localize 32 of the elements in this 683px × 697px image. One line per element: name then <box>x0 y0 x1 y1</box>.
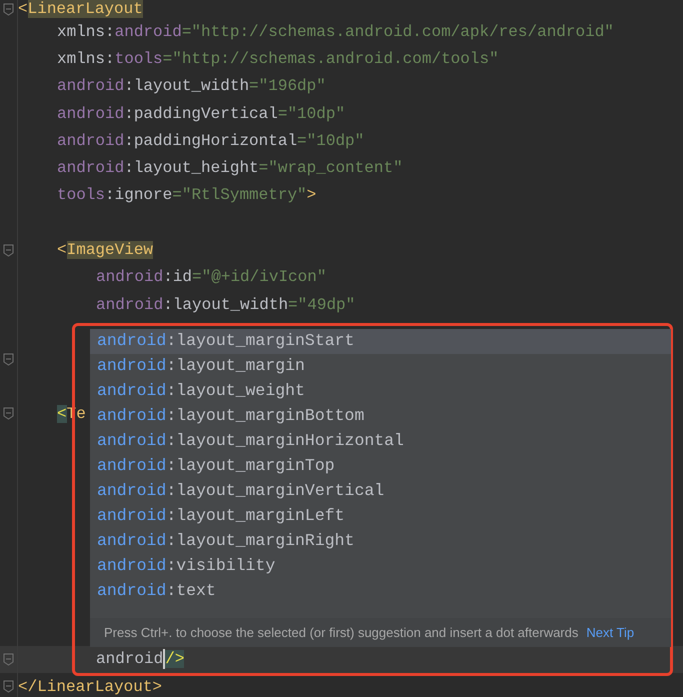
code-line: android:layout_height="wrap_content" <box>57 159 403 178</box>
code-line: xmlns:android="http://schemas.android.com/apk/res/android" <box>57 22 614 41</box>
suggestion-item[interactable]: android:layout_marginLeft <box>90 504 671 529</box>
suggestion-item[interactable]: android:layout_marginVertical <box>90 479 671 504</box>
code-line: android/> <box>96 649 184 670</box>
suggestion-item[interactable]: android:layout_marginRight <box>90 529 671 554</box>
suggestion-item[interactable]: android:layout_margin <box>90 354 671 379</box>
code-line: xmlns:tools="http://schemas.android.com/tools" <box>57 50 499 68</box>
fold-icon[interactable] <box>3 352 14 366</box>
suggestion-item[interactable]: android:text <box>90 579 671 604</box>
code-line: android:layout_width="49dp" <box>96 296 356 314</box>
code-line: </LinearLayout> <box>18 678 162 696</box>
code-line: android:layout_width="196dp" <box>57 77 326 96</box>
code-line: android:paddingHorizontal="10dp" <box>57 132 364 150</box>
code-line: android:paddingVertical="10dp" <box>57 104 346 123</box>
code-line: android:id="@+id/ivIcon" <box>96 268 326 286</box>
fold-icon[interactable] <box>3 407 14 420</box>
next-tip-link[interactable]: Next Tip <box>586 622 634 642</box>
code-line: <LinearLayout <box>18 0 143 18</box>
suggestion-item[interactable]: android:layout_marginBottom <box>90 404 671 429</box>
suggestion-item[interactable]: android:layout_weight <box>90 379 671 404</box>
fold-icon[interactable] <box>3 2 14 16</box>
fold-icon[interactable] <box>3 680 14 694</box>
code-line: tools:ignore="RtlSymmetry"> <box>57 186 316 204</box>
suggestion-item[interactable]: android:visibility <box>90 554 671 579</box>
suggestion-item[interactable]: android:layout_marginTop <box>90 454 671 479</box>
suggestion-item[interactable]: android:layout_marginStart <box>90 329 671 354</box>
fold-icon[interactable] <box>3 244 14 257</box>
tip-text: Press Ctrl+. to choose the selected (or first) suggestion and insert a dot afterwards <box>104 624 578 642</box>
code-line: <ImageView <box>57 241 154 260</box>
suggestion-item[interactable]: android:layout_marginHorizontal <box>90 429 671 454</box>
fold-icon[interactable] <box>3 652 14 666</box>
